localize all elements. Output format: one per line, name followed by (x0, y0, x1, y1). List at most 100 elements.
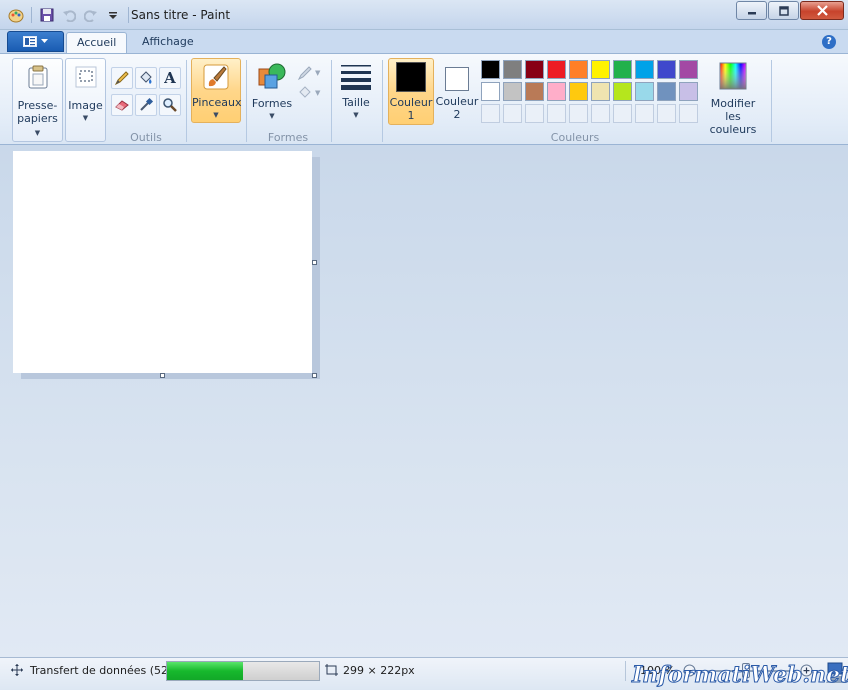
palette-swatch-empty[interactable] (547, 104, 566, 123)
canvas-dimensions: 299 × 222px (343, 664, 415, 677)
group-separator (186, 60, 187, 142)
chevron-down-icon: ▼ (213, 111, 219, 119)
line-size-icon (341, 65, 371, 90)
customize-qat-icon[interactable] (103, 5, 123, 25)
edit-colors-button[interactable]: Modifier les couleurs (702, 58, 764, 136)
color1-label-2: 1 (407, 109, 415, 122)
magnifier-icon (163, 98, 177, 112)
outline-pen-icon (297, 66, 312, 81)
close-button[interactable] (800, 1, 844, 20)
edit-colors-label-2: couleurs (709, 123, 757, 136)
pencil-tool[interactable] (111, 67, 133, 89)
fill-tool[interactable] (135, 67, 157, 89)
window-title: Sans titre - Paint (131, 8, 231, 22)
ribbon: Presse- papiers ▼ Image ▼ A Outils Pince… (0, 53, 848, 145)
palette-swatch[interactable] (481, 82, 500, 101)
palette-swatch-empty[interactable] (613, 104, 632, 123)
edit-colors-label-1: Modifier les (710, 97, 756, 123)
fill-bucket-icon (299, 86, 311, 98)
chevron-down-icon (41, 39, 48, 43)
palette-swatch[interactable] (679, 60, 698, 79)
paint-app-icon[interactable] (6, 5, 26, 25)
palette-swatch-empty[interactable] (569, 104, 588, 123)
color1-button[interactable]: Couleur 1 (388, 58, 434, 125)
group-separator (771, 60, 772, 142)
size-button[interactable]: Taille ▼ (336, 58, 376, 126)
ribbon-tabs: Accueil Affichage ? (0, 30, 848, 53)
maximize-icon (778, 5, 789, 16)
maximize-button[interactable] (768, 1, 799, 20)
palette-swatch[interactable] (569, 82, 588, 101)
minimize-icon (747, 11, 756, 14)
save-icon[interactable] (37, 5, 57, 25)
palette-swatch[interactable] (613, 82, 632, 101)
brushes-label: Pinceaux (192, 96, 242, 109)
close-icon (816, 5, 828, 16)
qat-separator (128, 7, 129, 23)
color2-button[interactable]: Couleur 2 (435, 58, 479, 125)
palette-swatch[interactable] (679, 82, 698, 101)
color2-label-2: 2 (453, 108, 461, 121)
shapes-group-label: Formes (267, 131, 309, 144)
chevron-down-icon: ▼ (82, 114, 89, 122)
help-icon[interactable]: ? (822, 35, 836, 49)
group-separator (246, 60, 247, 142)
progress-fill (167, 662, 243, 680)
chevron-down-icon: ▼ (353, 111, 359, 119)
clipboard-button[interactable]: Presse- papiers ▼ (12, 58, 63, 142)
tab-accueil[interactable]: Accueil (66, 32, 128, 53)
palette-swatch[interactable] (635, 60, 654, 79)
color2-swatch (445, 67, 469, 91)
eraser-tool[interactable] (111, 94, 133, 116)
undo-icon[interactable] (59, 5, 79, 25)
shapes-label: Formes (251, 97, 293, 110)
palette-swatch[interactable] (503, 60, 522, 79)
palette-swatch[interactable] (503, 82, 522, 101)
eraser-icon (115, 100, 129, 111)
magnifier-tool[interactable] (159, 94, 181, 116)
resize-handle-corner[interactable] (312, 373, 317, 378)
palette-swatch-empty[interactable] (657, 104, 676, 123)
drawing-canvas[interactable] (13, 151, 312, 373)
canvas-size-icon (325, 664, 338, 676)
color-picker-tool[interactable] (135, 94, 157, 116)
tab-affichage[interactable]: Affichage (132, 32, 204, 53)
palette-swatch[interactable] (547, 60, 566, 79)
palette-swatch-empty[interactable] (503, 104, 522, 123)
outline-button[interactable]: ▼ (297, 64, 323, 82)
palette-swatch[interactable] (657, 60, 676, 79)
palette-swatch[interactable] (569, 60, 588, 79)
palette-swatch-empty[interactable] (591, 104, 610, 123)
shapes-button[interactable]: Formes ▼ (250, 58, 294, 126)
chevron-down-icon: ▼ (269, 112, 275, 120)
paint-menu-button[interactable] (7, 31, 64, 52)
palette-swatch[interactable] (481, 60, 500, 79)
minimize-button[interactable] (736, 1, 767, 20)
color1-label-1: Couleur (389, 96, 433, 109)
palette-swatch[interactable] (525, 82, 544, 101)
palette-swatch[interactable] (613, 60, 632, 79)
palette-swatch[interactable] (525, 60, 544, 79)
menu-icon (23, 36, 37, 47)
palette-swatch-empty[interactable] (635, 104, 654, 123)
color1-swatch (396, 62, 426, 92)
palette-swatch-empty[interactable] (525, 104, 544, 123)
redo-icon[interactable] (81, 5, 101, 25)
resize-handle-right[interactable] (312, 260, 317, 265)
palette-swatch[interactable] (591, 60, 610, 79)
palette-swatch[interactable] (635, 82, 654, 101)
resize-handle-bottom[interactable] (160, 373, 165, 378)
tools-group-label: Outils (130, 131, 162, 144)
brushes-button[interactable]: Pinceaux ▼ (191, 58, 241, 123)
image-button[interactable]: Image ▼ (65, 58, 106, 142)
pencil-icon (114, 71, 129, 86)
palette-swatch[interactable] (657, 82, 676, 101)
group-separator (382, 60, 383, 142)
palette-swatch[interactable] (547, 82, 566, 101)
fill-button[interactable]: ▼ (297, 84, 323, 102)
palette-swatch[interactable] (591, 82, 610, 101)
color2-label-1: Couleur (435, 95, 479, 108)
palette-swatch-empty[interactable] (679, 104, 698, 123)
text-tool[interactable]: A (159, 67, 181, 89)
palette-swatch-empty[interactable] (481, 104, 500, 123)
